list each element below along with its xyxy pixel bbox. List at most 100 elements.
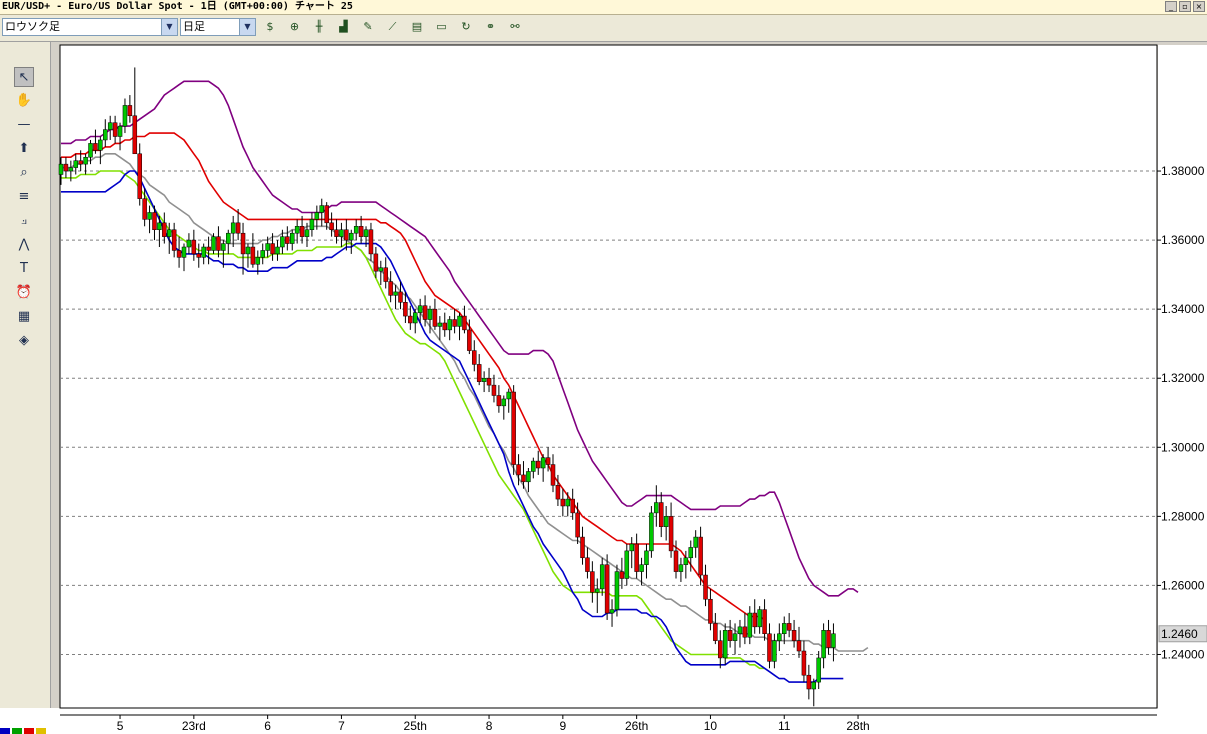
candle-body [383,267,388,282]
candle-body [344,229,349,241]
candle-body [457,315,462,327]
candle-body [93,143,98,151]
candle-body [722,630,728,659]
candle-body [349,232,354,241]
candle-body [58,163,64,175]
candle-body [157,222,162,230]
candle-body [260,250,265,258]
candle-body [245,246,251,255]
candle-body [280,236,285,248]
candle-body [378,267,384,272]
candle-body [693,536,698,548]
x-tick-label: 23rd [182,719,206,733]
candle-body [511,391,516,465]
candle-body [683,557,689,565]
candle-body [614,571,620,610]
candle-body [442,322,448,331]
candle-body [162,222,167,237]
candle-body [526,471,531,483]
candle-body [752,612,757,628]
candle-body [550,464,556,486]
candle-body [186,239,192,248]
candle-body [535,460,541,469]
candle-body [265,243,270,251]
candle-body [629,543,634,552]
candle-body [737,626,743,635]
candle-body [649,512,654,552]
candle-body [206,246,211,251]
candle-body [127,105,133,117]
candle-body [506,391,511,400]
candle-body [585,557,590,572]
candle-body [476,364,482,382]
candle-body [403,302,408,317]
candle-body [708,598,713,624]
candle-body [462,315,467,331]
candle-body [816,657,821,683]
candle-body [137,153,142,199]
candle-body [304,229,310,237]
y-tick-label: 1.36000 [1161,233,1205,247]
x-tick-label: 8 [486,719,493,733]
candle-body [540,457,546,469]
x-tick-label: 25th [404,719,427,733]
candle-body [408,315,413,324]
candle-body [673,550,679,572]
candle-body [363,229,369,237]
x-tick-label: 6 [264,719,271,733]
candle-body [831,633,836,648]
candle-body [663,516,669,527]
candle-body [762,609,767,635]
candle-body [634,543,639,572]
candle-body [767,633,772,662]
candle-body [747,612,753,638]
candle-body [201,246,206,258]
candle-body [777,633,782,641]
candle-body [796,640,802,652]
candle-body [826,630,831,648]
candle-body [235,222,241,234]
candle-body [472,350,477,365]
y-tick-label: 1.26000 [1161,578,1205,592]
candle-body [221,243,226,251]
candle-body [142,198,147,220]
candle-body [678,564,684,572]
candle-body [211,236,216,251]
candle-body [742,626,748,638]
candle-body [467,329,472,351]
candle-body [171,229,177,251]
candle-body [639,564,644,572]
candle-body [73,160,79,168]
x-tick-label: 26th [625,719,648,733]
candle-body [575,512,580,538]
candle-body [516,464,521,476]
candle-body [811,681,817,690]
candle-body [732,633,738,641]
candle-body [565,498,571,507]
candle-body [216,236,221,251]
price-chart[interactable]: 1.24000 1.26000 1.28000 1.30000 1.32000 1.340… [0,0,1207,734]
candle-body [78,160,83,165]
candle-body [491,384,497,396]
y-tick-label: 1.38000 [1161,164,1205,178]
candle-body [668,516,674,552]
candle-body [191,239,197,255]
candle-body [786,623,792,631]
candle-body [176,250,182,258]
candle-body [417,305,423,313]
candle-body [481,377,487,382]
candle-body [309,219,315,230]
candle-body [624,550,630,579]
candle-body [698,536,703,576]
candle-body [521,474,526,483]
candle-body [806,674,812,690]
candle-body [181,246,187,258]
x-tick-label: 9 [559,719,566,733]
candle-body [393,291,398,296]
candle-body [595,588,600,593]
candle-body [122,105,128,127]
current-price-label: 1.2460 [1161,627,1198,641]
candle-body [658,502,664,527]
candle-body [437,322,443,327]
candle-body [373,253,379,272]
